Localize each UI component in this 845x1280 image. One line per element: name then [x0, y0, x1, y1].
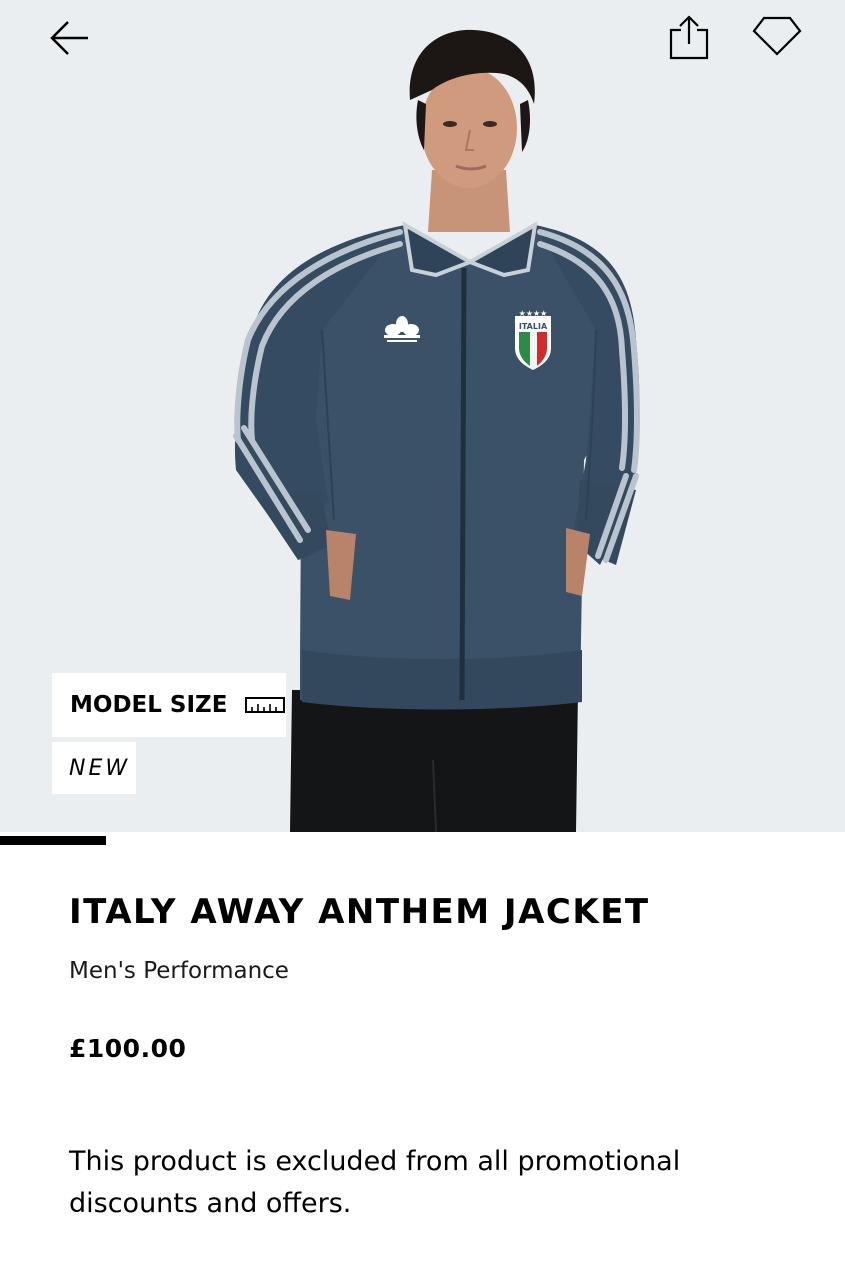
badge-text: ITALIA — [519, 322, 548, 331]
model-size-button[interactable]: MODEL SIZE — [52, 673, 286, 737]
wishlist-button[interactable] — [744, 8, 810, 64]
promo-note: This product is excluded from all promot… — [69, 1146, 681, 1219]
arrow-left-icon — [50, 21, 88, 55]
product-price: £100.00 — [69, 1034, 187, 1063]
new-label: NEW — [69, 755, 131, 781]
product-title: ITALY AWAY ANTHEM JACKET — [69, 892, 650, 932]
back-button[interactable] — [40, 12, 100, 64]
gallery-progress — [0, 836, 845, 845]
svg-text:★★★★: ★★★★ — [519, 309, 548, 318]
gallery-progress-fill — [0, 836, 106, 845]
product-category: Men's Performance — [69, 958, 289, 984]
share-button[interactable] — [660, 8, 718, 66]
heart-icon — [752, 16, 802, 56]
ruler-icon — [245, 696, 286, 714]
new-badge: NEW — [52, 742, 136, 794]
share-icon — [669, 15, 709, 60]
product-hero: ITALIA ★★★★ MODEL SIZE NEW — [0, 0, 845, 832]
model-size-label: MODEL SIZE — [70, 692, 228, 718]
